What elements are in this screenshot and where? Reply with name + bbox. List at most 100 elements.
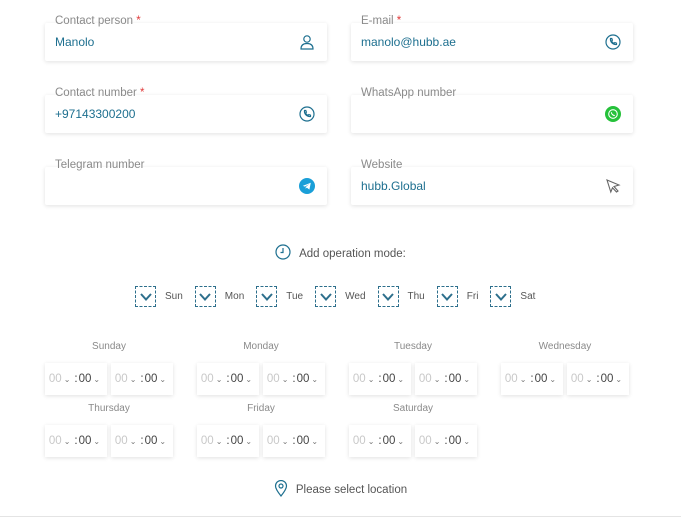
minute-value[interactable]: 00 xyxy=(449,373,462,385)
chevron-down-icon[interactable]: ⌄ xyxy=(368,375,375,384)
close-time-picker[interactable]: 00 ⌄:00 ⌄ xyxy=(415,425,477,457)
day-toggle[interactable]: Thu xyxy=(377,286,425,307)
chevron-down-icon[interactable]: ⌄ xyxy=(245,375,252,384)
chevron-down-icon[interactable]: ⌄ xyxy=(93,375,100,384)
chevron-down-icon[interactable]: ⌄ xyxy=(282,375,289,384)
required-marker: * xyxy=(136,15,141,27)
minute-value[interactable]: 00 xyxy=(383,435,396,447)
chevron-down-icon[interactable]: ⌄ xyxy=(130,375,137,384)
chevron-down-icon[interactable]: ⌄ xyxy=(64,437,71,446)
hour-value[interactable]: 00 xyxy=(353,373,366,385)
whatsapp-field[interactable]: WhatsApp number xyxy=(351,87,633,133)
minute-value[interactable]: 00 xyxy=(231,435,244,447)
minute-value[interactable]: 00 xyxy=(535,373,548,385)
chevron-down-icon[interactable] xyxy=(194,286,216,307)
open-time-picker[interactable]: 00 ⌄:00 ⌄ xyxy=(349,363,411,395)
day-toggle[interactable]: Sun xyxy=(135,286,183,307)
minute-value[interactable]: 00 xyxy=(79,373,92,385)
chevron-down-icon[interactable]: ⌄ xyxy=(282,437,289,446)
contact-person-field[interactable]: Contact person * Manolo xyxy=(45,15,327,61)
minute-value[interactable]: 00 xyxy=(79,435,92,447)
close-time-picker[interactable]: 00 ⌄:00 ⌄ xyxy=(415,363,477,395)
chevron-down-icon[interactable]: ⌄ xyxy=(434,437,441,446)
open-time-picker[interactable]: 00 ⌄:00 ⌄ xyxy=(197,363,259,395)
chevron-down-icon[interactable]: ⌄ xyxy=(586,375,593,384)
chevron-down-icon[interactable]: ⌄ xyxy=(93,437,100,446)
day-toggle[interactable]: Tue xyxy=(256,286,303,307)
chevron-down-icon[interactable]: ⌄ xyxy=(311,375,318,384)
phone-icon xyxy=(299,106,315,122)
website-field[interactable]: Website hubb.Global xyxy=(351,159,633,205)
close-time-picker[interactable]: 00 ⌄:00 ⌄ xyxy=(263,363,325,395)
chevron-down-icon[interactable]: ⌄ xyxy=(245,437,252,446)
contact-number-field[interactable]: Contact number * +97143300200 xyxy=(45,87,327,133)
chevron-down-icon[interactable]: ⌄ xyxy=(463,375,470,384)
day-toggle[interactable]: Mon xyxy=(194,286,244,307)
minute-value[interactable]: 00 xyxy=(601,373,614,385)
chevron-down-icon[interactable] xyxy=(436,286,458,307)
open-time-picker[interactable]: 00 ⌄:00 ⌄ xyxy=(45,425,107,457)
time-range: 00 ⌄:00 ⌄ 00 ⌄:00 ⌄ xyxy=(501,363,629,395)
minute-value[interactable]: 00 xyxy=(383,373,396,385)
hour-value[interactable]: 00 xyxy=(267,373,280,385)
open-time-picker[interactable]: 00 ⌄:00 ⌄ xyxy=(45,363,107,395)
chevron-down-icon[interactable] xyxy=(490,286,512,307)
email-value[interactable]: manolo@hubb.ae xyxy=(361,35,456,49)
contact-person-value[interactable]: Manolo xyxy=(55,35,94,49)
operation-mode-row[interactable]: Add operation mode: xyxy=(0,244,681,263)
chevron-down-icon[interactable]: ⌄ xyxy=(463,437,470,446)
hour-value[interactable]: 00 xyxy=(49,435,62,447)
chevron-down-icon[interactable]: ⌄ xyxy=(159,375,166,384)
day-toggle[interactable]: Fri xyxy=(436,286,478,307)
minute-value[interactable]: 00 xyxy=(145,435,158,447)
open-time-picker[interactable]: 00 ⌄:00 ⌄ xyxy=(349,425,411,457)
chevron-down-icon[interactable]: ⌄ xyxy=(130,437,137,446)
open-time-picker[interactable]: 00 ⌄:00 ⌄ xyxy=(501,363,563,395)
required-marker: * xyxy=(140,87,145,99)
close-time-picker[interactable]: 00 ⌄:00 ⌄ xyxy=(111,425,173,457)
hour-value[interactable]: 00 xyxy=(505,373,518,385)
day-toggle[interactable]: Wed xyxy=(315,286,366,307)
chevron-down-icon[interactable] xyxy=(315,286,337,307)
chevron-down-icon[interactable]: ⌄ xyxy=(397,375,404,384)
chevron-down-icon[interactable]: ⌄ xyxy=(159,437,166,446)
hour-value[interactable]: 00 xyxy=(201,435,214,447)
hour-value[interactable]: 00 xyxy=(267,435,280,447)
email-field[interactable]: E-mail * manolo@hubb.ae xyxy=(351,15,633,61)
close-time-picker[interactable]: 00 ⌄:00 ⌄ xyxy=(263,425,325,457)
hour-value[interactable]: 00 xyxy=(419,373,432,385)
hour-value[interactable]: 00 xyxy=(201,373,214,385)
chevron-down-icon[interactable]: ⌄ xyxy=(216,437,223,446)
day-toggle[interactable]: Sat xyxy=(490,286,535,307)
chevron-down-icon[interactable]: ⌄ xyxy=(549,375,556,384)
hour-value[interactable]: 00 xyxy=(353,435,366,447)
chevron-down-icon[interactable]: ⌄ xyxy=(397,437,404,446)
hour-value[interactable]: 00 xyxy=(419,435,432,447)
chevron-down-icon[interactable]: ⌄ xyxy=(368,437,375,446)
hour-value[interactable]: 00 xyxy=(571,373,584,385)
minute-value[interactable]: 00 xyxy=(231,373,244,385)
hour-value[interactable]: 00 xyxy=(49,373,62,385)
minute-value[interactable]: 00 xyxy=(145,373,158,385)
minute-value[interactable]: 00 xyxy=(297,373,310,385)
telegram-field[interactable]: Telegram number xyxy=(45,159,327,205)
minute-value[interactable]: 00 xyxy=(297,435,310,447)
chevron-down-icon[interactable]: ⌄ xyxy=(615,375,622,384)
chevron-down-icon[interactable] xyxy=(377,286,399,307)
chevron-down-icon[interactable]: ⌄ xyxy=(311,437,318,446)
hour-value[interactable]: 00 xyxy=(115,373,128,385)
chevron-down-icon[interactable] xyxy=(256,286,278,307)
website-value[interactable]: hubb.Global xyxy=(361,179,426,193)
chevron-down-icon[interactable] xyxy=(135,286,156,307)
contact-number-value[interactable]: +97143300200 xyxy=(55,107,135,121)
chevron-down-icon[interactable]: ⌄ xyxy=(216,375,223,384)
select-location-button[interactable]: Please select location xyxy=(0,479,681,500)
minute-value[interactable]: 00 xyxy=(449,435,462,447)
chevron-down-icon[interactable]: ⌄ xyxy=(520,375,527,384)
close-time-picker[interactable]: 00 ⌄:00 ⌄ xyxy=(111,363,173,395)
chevron-down-icon[interactable]: ⌄ xyxy=(434,375,441,384)
open-time-picker[interactable]: 00 ⌄:00 ⌄ xyxy=(197,425,259,457)
close-time-picker[interactable]: 00 ⌄:00 ⌄ xyxy=(567,363,629,395)
hour-value[interactable]: 00 xyxy=(115,435,128,447)
chevron-down-icon[interactable]: ⌄ xyxy=(64,375,71,384)
